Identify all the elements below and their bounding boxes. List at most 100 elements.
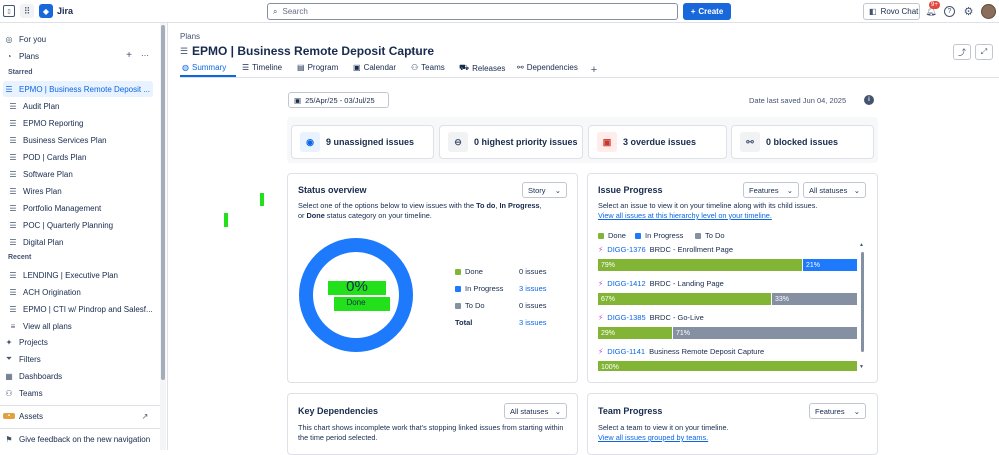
legend-todo[interactable]: To Do <box>455 301 485 310</box>
issue-progress-row[interactable]: ⚡︎ DIGG-1385 BRDC - Go-Live 29% 71% <box>598 312 858 346</box>
view-all-issues-link[interactable]: View all issues at this hierarchy level … <box>598 211 772 220</box>
sidebar-item-recent-plan[interactable]: ☰ ACH Origination <box>7 284 165 300</box>
feature-icon: ⚡︎ <box>598 279 604 288</box>
status-donut-chart[interactable] <box>298 237 414 353</box>
progress-bar-done[interactable]: 79% <box>598 259 802 271</box>
progress-bar-done[interactable]: 29% <box>598 327 672 339</box>
title-more-icon[interactable]: ⋯ <box>408 46 422 58</box>
chevron-down-icon: ⌄ <box>554 185 561 195</box>
issue-summary: BRDC - Landing Page <box>649 279 724 288</box>
key-dependencies-status-dropdown[interactable]: All statuses ⌄ <box>504 403 567 419</box>
sidebar-toggle-icon[interactable]: ▯ <box>3 5 15 17</box>
overdue-issues-card[interactable]: ▣ 3 overdue issues <box>588 125 727 159</box>
tab-timeline[interactable]: ☰ Timeline <box>242 63 282 72</box>
tab-dependencies[interactable]: ⚯ Dependencies <box>517 63 578 72</box>
breadcrumb[interactable]: Plans <box>180 32 200 41</box>
highest-priority-card[interactable]: ⊖ 0 highest priority issues <box>439 125 583 159</box>
unassigned-issues-card[interactable]: ◉ 9 unassigned issues <box>291 125 434 159</box>
blocked-issues-card[interactable]: ⚯ 0 blocked issues <box>731 125 874 159</box>
legend-in-progress[interactable]: In Progress <box>455 284 503 293</box>
sidebar-item-starred-plan[interactable]: ☰ Portfolio Management <box>7 200 165 216</box>
all-statuses-dropdown[interactable]: All statuses ⌄ <box>803 182 866 198</box>
sidebar-item-starred-plan[interactable]: ☰ Software Plan <box>7 166 165 182</box>
add-plan-icon[interactable]: + <box>124 50 134 61</box>
issue-key-link[interactable]: DIGG-1412 <box>607 279 645 288</box>
issue-key-link[interactable]: DIGG-1376 <box>607 245 645 254</box>
sidebar-item-recent-plan[interactable]: ☰ LENDING | Executive Plan <box>7 267 165 283</box>
plan-icon: ☰ <box>9 270 17 280</box>
sidebar-item-starred-plan[interactable]: ☰ EPMO Reporting <box>7 115 165 131</box>
issue-list-scrollbar-thumb[interactable] <box>861 252 864 352</box>
sidebar-item-projects[interactable]: ✦ Projects <box>3 334 161 350</box>
app-switcher-icon[interactable]: ⠿ <box>20 4 34 18</box>
issue-progress-row[interactable]: ⚡︎ DIGG-1141 Business Remote Deposit Captu… <box>598 346 858 371</box>
sidebar-item-starred-plan[interactable]: ☰ POD | Cards Plan <box>7 149 165 165</box>
sidebar-item-starred-plan[interactable]: ☰ Business Services Plan <box>7 132 165 148</box>
tab-calendar[interactable]: ▣ Calendar <box>353 63 396 72</box>
sidebar-item-recent-plan[interactable]: ☰ EPMO | CTI w/ Pindrop and Salesf... <box>7 301 165 317</box>
settings-gear-icon[interactable]: ⚙ <box>962 5 975 18</box>
legend-done[interactable]: Done <box>455 267 483 276</box>
scroll-up-arrow-icon[interactable]: ▲ <box>859 242 864 248</box>
expand-icon[interactable]: ⤢ <box>975 44 993 60</box>
feedback-link[interactable]: ⚑ Give feedback on the new navigation <box>3 431 163 447</box>
chevron-down-icon: ⌄ <box>786 185 793 195</box>
jira-logo-icon[interactable]: ◆ <box>39 4 53 18</box>
plan-icon: ☰ <box>9 203 17 213</box>
progress-bar-todo[interactable]: 71% <box>673 327 857 339</box>
date-range-picker[interactable]: ▣ 25/Apr/25 - 03/Jul/25 <box>288 92 389 108</box>
timeline-icon: ☰ <box>242 63 250 72</box>
last-saved-text: Date last saved Jun 04, 2025 <box>749 96 847 105</box>
sidebar-item-dashboards[interactable]: ▦ Dashboards <box>3 368 161 384</box>
sidebar-scrollbar-thumb[interactable] <box>161 25 165 380</box>
help-icon[interactable]: ? <box>944 6 955 17</box>
external-link-icon[interactable]: ↗ <box>140 411 150 421</box>
sidebar-item-starred-plan[interactable]: ☰ EPMO | Business Remote Deposit ... <box>3 81 153 97</box>
donut-ring-in-progress <box>299 238 413 352</box>
team-progress-features-dropdown[interactable]: Features ⌄ <box>809 403 866 419</box>
tab-releases[interactable]: ⛟ Releases <box>459 63 505 73</box>
rovo-chat-button[interactable]: ◧ Rovo Chat <box>863 3 920 20</box>
sidebar-item-for-you[interactable]: ◎ For you <box>3 31 161 47</box>
sidebar-item-starred-plan[interactable]: ☰ Audit Plan <box>7 98 165 114</box>
progress-bar-done[interactable]: 67% <box>598 293 771 305</box>
sidebar-item-teams[interactable]: ⚇ Teams <box>3 385 161 401</box>
issue-key-link[interactable]: DIGG-1385 <box>607 313 645 322</box>
share-icon[interactable]: ⤴ <box>953 44 971 60</box>
more-options-icon[interactable]: ⋯ <box>139 50 151 60</box>
search-input[interactable]: ⌕ Search <box>267 3 678 20</box>
sidebar-divider <box>0 428 160 429</box>
story-dropdown[interactable]: Story ⌄ <box>522 182 567 198</box>
app-name[interactable]: Jira <box>57 6 73 16</box>
page-title: EPMO | Business Remote Deposit Capture <box>192 44 435 58</box>
progress-bar-todo[interactable]: 33% <box>772 293 857 305</box>
issue-progress-row[interactable]: ⚡︎ DIGG-1412 BRDC - Landing Page 67% 33% <box>598 278 858 312</box>
progress-bar-in-progress[interactable]: 21% <box>803 259 857 271</box>
issue-progress-row[interactable]: ⚡︎ DIGG-1376 BRDC - Enrollment Page 79% 21% <box>598 244 858 278</box>
legend-in-progress-value[interactable]: 3 issues <box>519 284 547 293</box>
sidebar-item-starred-plan[interactable]: ☰ Digital Plan <box>7 234 165 250</box>
issue-key-link[interactable]: DIGG-1141 <box>607 347 645 356</box>
features-dropdown[interactable]: Features ⌄ <box>743 182 799 198</box>
scroll-down-arrow-icon[interactable]: ▼ <box>859 364 864 370</box>
sidebar-item-starred-plan[interactable]: ☰ POC | Quarterly Planning <box>7 217 165 233</box>
projects-icon: ✦ <box>5 337 13 347</box>
view-teams-link[interactable]: View all issues grouped by teams. <box>598 433 708 442</box>
add-tab-icon[interactable]: + <box>589 64 599 76</box>
calendar-icon: ▣ <box>353 63 361 72</box>
create-button[interactable]: + Create <box>683 3 731 20</box>
sidebar-item-assets[interactable]: ▪ Assets <box>3 408 161 424</box>
tab-summary[interactable]: ◍ Summary <box>182 63 226 72</box>
done-swatch <box>598 232 604 239</box>
sidebar-item-starred-plan[interactable]: ☰ Wires Plan <box>7 183 165 199</box>
feature-icon: ⚡︎ <box>598 245 604 254</box>
sidebar-item-plans[interactable]: ◔ Plans <box>3 48 161 64</box>
info-icon[interactable]: i <box>864 95 874 105</box>
tab-program[interactable]: ▤ Program <box>297 63 338 72</box>
legend-total-value[interactable]: 3 issues <box>519 318 547 327</box>
progress-bar-done[interactable]: 100% <box>598 361 857 371</box>
sidebar-item-filters[interactable]: ⏷ Filters <box>3 351 161 367</box>
avatar[interactable] <box>981 4 996 19</box>
sidebar-item-view-all-plans[interactable]: ≡ View all plans <box>7 318 165 334</box>
tab-teams[interactable]: ⚇ Teams <box>411 63 445 72</box>
